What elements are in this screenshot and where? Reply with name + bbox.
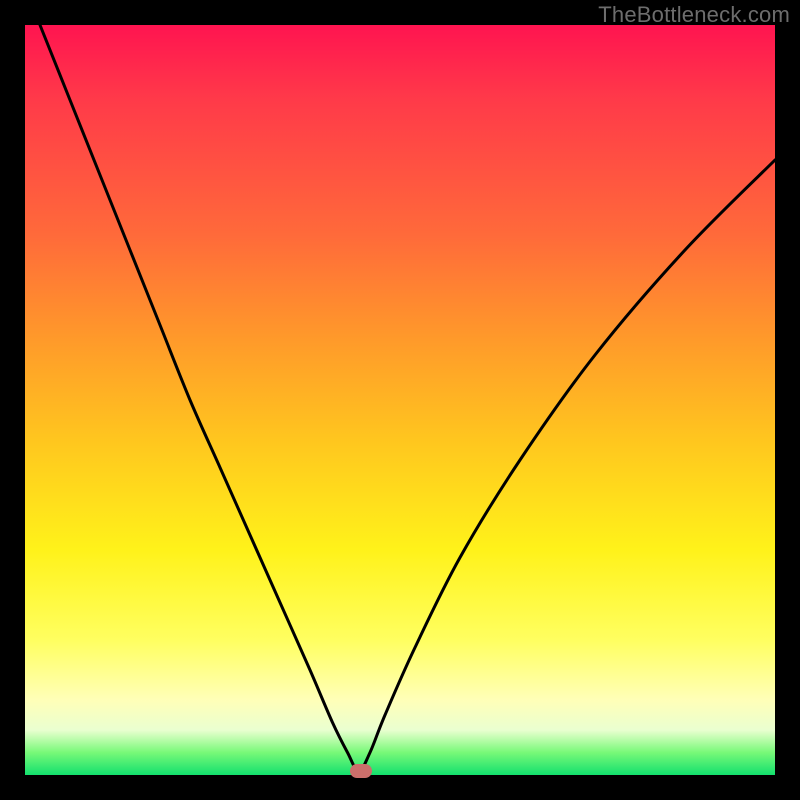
- optimal-point-marker: [350, 764, 372, 778]
- chart-frame: TheBottleneck.com: [0, 0, 800, 800]
- plot-area: [25, 25, 775, 775]
- bottleneck-curve: [25, 25, 775, 775]
